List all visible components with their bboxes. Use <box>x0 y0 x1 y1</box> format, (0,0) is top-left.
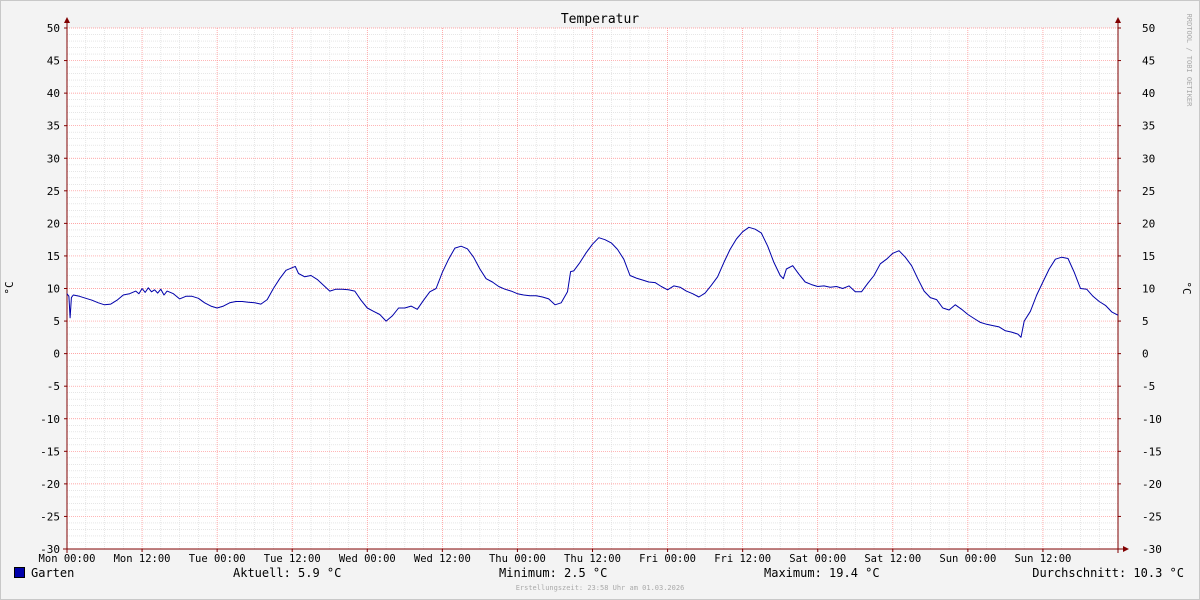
y-tick-label: -10 <box>1142 413 1162 426</box>
y-tick-label: 45 <box>1142 55 1155 68</box>
y-tick-labels-right: 50454035302520151050-5-10-15-20-25-30 <box>1142 22 1162 556</box>
legend-maximum: Maximum: 19.4 °C <box>764 566 880 580</box>
y-tick-label: -15 <box>40 445 60 458</box>
y-axis-label-right: °C <box>1180 281 1193 294</box>
y-tick-label: 40 <box>47 87 60 100</box>
x-axis-arrow <box>1123 546 1129 552</box>
y-tick-label: 50 <box>1142 22 1155 35</box>
y-tick-label: 20 <box>47 217 60 230</box>
legend-minimum: Minimum: 2.5 °C <box>499 566 608 580</box>
y-tick-label: -15 <box>1142 445 1162 458</box>
y-tick-label: 50 <box>47 22 60 35</box>
y-tick-label: -20 <box>40 478 60 491</box>
y-tick-label: -25 <box>1142 510 1162 523</box>
y-tick-label: -20 <box>1142 478 1162 491</box>
x-tick-label: Sat 12:00 <box>864 553 921 565</box>
y-tick-label: 15 <box>1142 250 1155 263</box>
x-tick-label: Sun 00:00 <box>939 553 996 565</box>
x-tick-label: Fri 12:00 <box>714 553 771 565</box>
y-tick-label: 10 <box>1142 283 1155 296</box>
y-tick-label: 15 <box>47 250 60 263</box>
y-tick-label: -30 <box>1142 543 1162 556</box>
legend-series: Garten <box>14 566 74 580</box>
legend-current: Aktuell: 5.9 °C <box>233 566 342 580</box>
x-tick-label: Sun 12:00 <box>1014 553 1071 565</box>
y-tick-label: 40 <box>1142 87 1155 100</box>
y-tick-label: 25 <box>1142 185 1155 198</box>
chart-title: Temperatur <box>561 12 639 27</box>
x-tick-label: Wed 00:00 <box>339 553 396 565</box>
legend-average: Durchschnitt: 10.3 °C <box>1032 566 1184 580</box>
y-tick-label: 45 <box>47 55 60 68</box>
y-tick-label: 10 <box>47 283 60 296</box>
x-tick-label: Tue 12:00 <box>264 553 321 565</box>
rrdtool-watermark: RRDTOOL / TOBI OETIKER <box>1185 14 1193 108</box>
y-axis-arrow-left <box>64 17 70 23</box>
x-tick-labels: Mon 00:00 Mon 12:00 Tue 00:00 Tue 12:00 Wed … <box>39 553 1072 565</box>
y-tick-label: -10 <box>40 413 60 426</box>
x-tick-label: Thu 12:00 <box>564 553 621 565</box>
y-tick-labels-left: 50454035302520151050-5-10-15-20-25-30 <box>40 22 60 556</box>
y-tick-label: 0 <box>53 348 60 361</box>
y-tick-label: 30 <box>47 152 60 165</box>
x-tick-label: Mon 00:00 <box>39 553 96 565</box>
y-tick-label: 5 <box>1142 315 1149 328</box>
y-tick-label: 30 <box>1142 152 1155 165</box>
y-axis-label-left: °C <box>3 281 16 294</box>
y-tick-label: -5 <box>47 380 60 393</box>
x-tick-label: Thu 00:00 <box>489 553 546 565</box>
x-tick-label: Fri 00:00 <box>639 553 696 565</box>
x-tick-label: Wed 12:00 <box>414 553 471 565</box>
x-tick-label: Tue 00:00 <box>189 553 246 565</box>
y-tick-label: 25 <box>47 185 60 198</box>
creation-timestamp: Erstellungszeit: 23:58 Uhr am 01.03.2026 <box>515 584 685 592</box>
legend-series-name: Garten <box>31 566 75 580</box>
y-tick-label: 35 <box>1142 120 1155 133</box>
temperature-chart: 50454035302520151050-5-10-15-20-25-30 50… <box>3 12 1193 565</box>
y-tick-label: 5 <box>53 315 60 328</box>
series-color-swatch <box>14 567 25 578</box>
x-tick-label: Mon 12:00 <box>114 553 171 565</box>
y-axis-arrow-right <box>1115 17 1121 23</box>
y-tick-label: -25 <box>40 510 60 523</box>
y-tick-label: 35 <box>47 120 60 133</box>
y-tick-label: 0 <box>1142 348 1149 361</box>
y-tick-label: 20 <box>1142 217 1155 230</box>
y-tick-label: -5 <box>1142 380 1155 393</box>
x-tick-label: Sat 00:00 <box>789 553 846 565</box>
